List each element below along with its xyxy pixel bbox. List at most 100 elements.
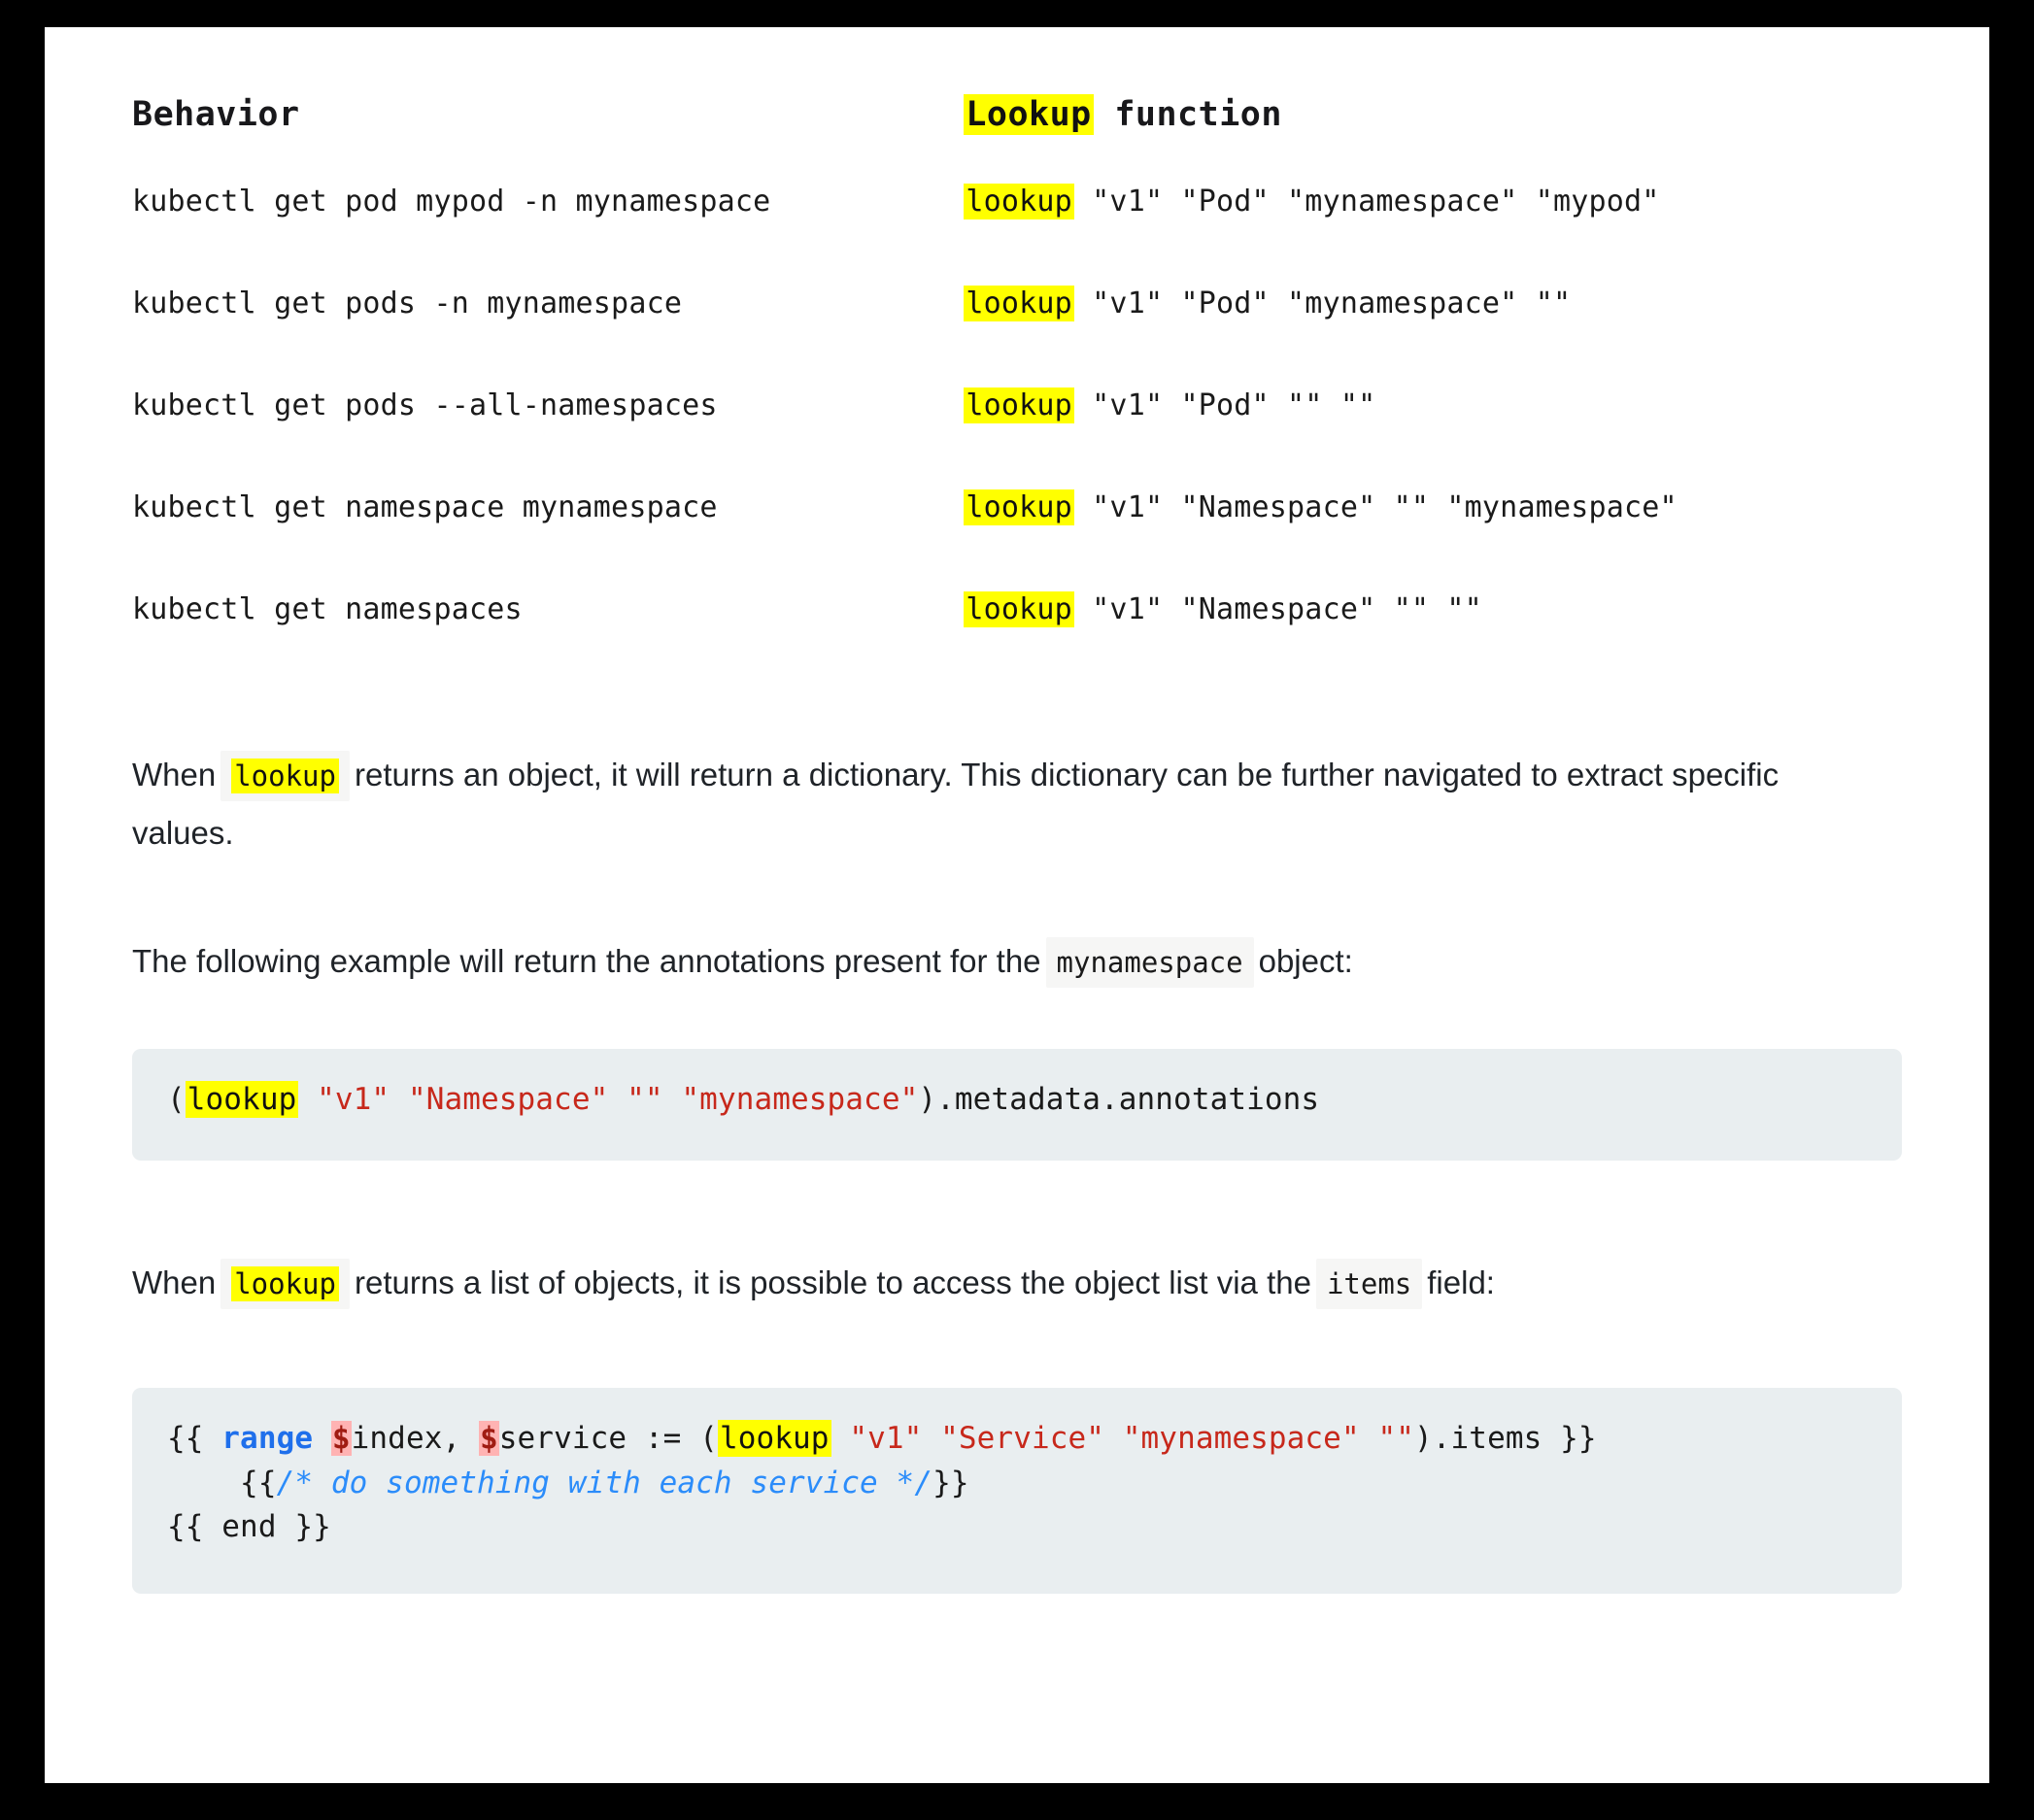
lookup-arguments: "v1" "Namespace" "" "": [1073, 592, 1482, 626]
lookup-arguments: "v1" "Pod" "mynamespace" "mypod": [1073, 185, 1660, 219]
behavior-command: kubectl get namespace mynamespace: [132, 490, 718, 524]
paragraph2-before: The following example will return the an…: [132, 943, 1041, 980]
code-block-range-loop[interactable]: {{ range $index, $service := (lookup "v1…: [132, 1388, 1902, 1595]
code-token: {{: [167, 1465, 277, 1500]
paragraph1-before: When: [132, 757, 217, 792]
lookup-expression: lookup "v1" "Pod" "mynamespace" "mypod": [964, 184, 1659, 219]
code-token: {{: [167, 1421, 222, 1457]
code-block-range-loop-content: {{ range $index, $service := (lookup "v1…: [167, 1417, 1867, 1550]
code-token-variable: $: [479, 1421, 499, 1457]
code-token: }}: [932, 1465, 969, 1500]
table-cell-lookup: lookup "v1" "Pod" "mynamespace" "mypod": [964, 184, 1902, 286]
table-row: kubectl get namespaces lookup "v1" "Names…: [132, 591, 1902, 627]
inline-code-items: items: [1315, 1259, 1423, 1310]
table-body: kubectl get pod mypod -n mynamespace look…: [132, 184, 1902, 627]
code-token-comment: /* do something with each service */: [276, 1465, 933, 1500]
code-token-string: "v1": [317, 1082, 390, 1118]
lookup-keyword: lookup: [964, 184, 1074, 219]
code-token-lookup: lookup: [185, 1081, 299, 1119]
behavior-command: kubectl get pod mypod -n mynamespace: [132, 185, 771, 219]
code-token-string: "Service": [940, 1421, 1105, 1457]
code-token-string: "": [627, 1082, 663, 1118]
code-token: ).items }}: [1414, 1421, 1597, 1457]
lookup-keyword: lookup: [964, 591, 1074, 627]
code-token: service := (: [498, 1421, 718, 1457]
code-token-string: "mynamespace": [681, 1082, 919, 1118]
code-block-annotations[interactable]: (lookup "v1" "Namespace" "" "mynamespace…: [132, 1049, 1902, 1162]
table-cell-behavior: kubectl get pods --all-namespaces: [132, 388, 964, 490]
paragraph-items-intro: When lookup returns a list of objects, it …: [132, 1254, 1871, 1312]
table-row: kubectl get namespace mynamespace lookup …: [132, 489, 1902, 592]
code-token-string: "": [1377, 1421, 1415, 1457]
paragraph3-after: field:: [1427, 1264, 1495, 1301]
code-token: ).metadata.annotations: [918, 1082, 1320, 1118]
lookup-expression: lookup "v1" "Namespace" "" "mynamespace": [964, 489, 1678, 525]
paragraph3-middle: returns a list of objects, it is possibl…: [354, 1264, 1311, 1301]
behavior-command: kubectl get pods --all-namespaces: [132, 388, 718, 422]
table-cell-behavior: kubectl get namespaces: [132, 592, 964, 627]
code-line: {{/* do something with each service */}}: [167, 1466, 969, 1500]
table-cell-behavior: kubectl get namespace mynamespace: [132, 490, 964, 592]
lookup-keyword: lookup: [964, 286, 1074, 321]
lookup-arguments: "v1" "Pod" "" "": [1073, 388, 1376, 422]
code-token: (: [167, 1082, 186, 1118]
lookup-keyword: lookup: [964, 489, 1074, 525]
code-line: {{ end }}: [167, 1509, 331, 1544]
inline-code-lookup-1-text: lookup: [231, 758, 339, 793]
document-page: Behavior Lookup function kubectl get pod…: [45, 94, 1989, 1783]
table-header-lookup-function: Lookup function: [964, 94, 1902, 185]
code-block-annotations-content: (lookup "v1" "Namespace" "" "mynamespace…: [167, 1078, 1867, 1123]
code-token-keyword: range: [221, 1421, 314, 1457]
behavior-command: kubectl get namespaces: [132, 592, 523, 626]
header-behavior-label: Behavior: [132, 95, 300, 134]
inline-code-mynamespace: mynamespace: [1045, 937, 1254, 989]
behavior-command: kubectl get pods -n mynamespace: [132, 286, 683, 320]
inline-code-lookup-1: lookup: [220, 751, 350, 801]
code-token: index,: [351, 1421, 480, 1457]
code-token: {{ end }}: [167, 1509, 331, 1545]
inline-code-lookup-2-text: lookup: [231, 1266, 339, 1302]
header-lookup-label: Lookup function: [964, 94, 1282, 135]
header-lookup-rest: function: [1093, 95, 1282, 134]
paragraph-dictionary: When lookup returns an object, it will ret…: [132, 746, 1871, 862]
table-cell-lookup: lookup "v1" "Namespace" "" "mynamespace": [964, 489, 1902, 592]
table-header-row: Behavior Lookup function: [132, 94, 1902, 185]
lookup-keyword: lookup: [964, 388, 1074, 423]
table-row: kubectl get pods --all-namespaces lookup …: [132, 388, 1902, 490]
table-cell-behavior: kubectl get pod mypod -n mynamespace: [132, 185, 964, 286]
code-token-string: "v1": [849, 1421, 923, 1457]
code-token-string: "mynamespace": [1122, 1421, 1360, 1457]
code-token-variable: $: [330, 1421, 352, 1457]
paragraph3-before: When: [132, 1264, 217, 1301]
lookup-expression: lookup "v1" "Pod" "mynamespace" "": [964, 286, 1571, 321]
table-cell-lookup: lookup "v1" "Namespace" "" "": [964, 591, 1902, 627]
paragraph1-after: returns an object, it will return a dict…: [132, 757, 1780, 852]
code-line: {{ range $index, $service := (lookup "v1…: [167, 1420, 1597, 1458]
document-frame: Behavior Lookup function kubectl get pod…: [45, 27, 1989, 1783]
lookup-expression: lookup "v1" "Pod" "" "": [964, 388, 1375, 423]
lookup-arguments: "v1" "Namespace" "" "mynamespace": [1073, 490, 1678, 524]
code-token-string: "Namespace": [407, 1082, 609, 1118]
code-token-lookup: lookup: [717, 1420, 831, 1458]
header-lookup-keyword: Lookup: [964, 94, 1094, 135]
table-cell-lookup: lookup "v1" "Pod" "" "": [964, 388, 1902, 490]
lookup-expression: lookup "v1" "Namespace" "" "": [964, 591, 1482, 627]
paragraph2-after: object:: [1258, 943, 1353, 980]
behavior-lookup-table: Behavior Lookup function kubectl get pod…: [132, 94, 1902, 627]
table-header-behavior: Behavior: [132, 95, 964, 185]
table-row: kubectl get pods -n mynamespace lookup "v…: [132, 286, 1902, 388]
lookup-arguments: "v1" "Pod" "mynamespace" "": [1073, 286, 1572, 320]
table-cell-behavior: kubectl get pods -n mynamespace: [132, 286, 964, 388]
inline-code-lookup-2: lookup: [220, 1259, 350, 1310]
table-cell-lookup: lookup "v1" "Pod" "mynamespace" "": [964, 286, 1902, 388]
paragraph-annotations-intro: The following example will return the an…: [132, 932, 1871, 991]
